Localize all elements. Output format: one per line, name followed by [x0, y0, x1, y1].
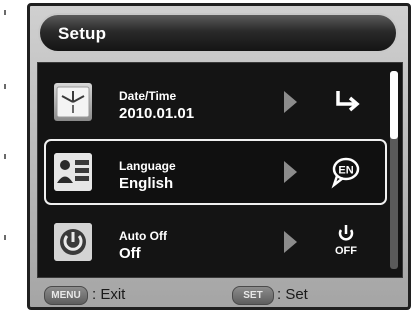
- language-badge-text: EN: [338, 165, 353, 177]
- menu-item-value: 2010.01.01: [119, 105, 195, 122]
- footer-hints: MENU : Exit SET : Set: [30, 283, 408, 307]
- chevron-right-icon: [284, 161, 297, 183]
- scrollbar-thumb[interactable]: [390, 71, 398, 139]
- set-key-action: : Set: [277, 286, 308, 303]
- menu-key-badge: MENU: [44, 286, 88, 305]
- enter-arrow-icon: [328, 84, 364, 120]
- menu-item-label: Date/Time: [119, 89, 177, 103]
- scrollbar[interactable]: [390, 71, 398, 269]
- menu-item-label: Language: [119, 159, 176, 173]
- power-icon: [54, 223, 92, 261]
- page-title: Setup: [58, 24, 107, 43]
- page-mark: [4, 154, 6, 159]
- en-speech-bubble-icon: EN: [328, 154, 364, 190]
- clock-icon: [54, 83, 92, 121]
- menu-item-date-time[interactable]: Date/Time 2010.01.01: [44, 69, 387, 135]
- language-icon: [54, 153, 92, 191]
- chevron-right-icon: [284, 231, 297, 253]
- title-bar: Setup: [38, 13, 398, 53]
- menu-item-language[interactable]: Language English EN: [44, 139, 387, 205]
- page-mark: [4, 84, 6, 89]
- page-mark: [4, 235, 6, 240]
- power-off-text: OFF: [335, 245, 357, 257]
- menu-item-label: Auto Off: [119, 229, 167, 243]
- set-key-badge: SET: [232, 286, 274, 305]
- camera-screen: Setup Date/Time 2010.01.01 Language Engl…: [27, 3, 411, 310]
- chevron-right-icon: [284, 91, 297, 113]
- menu-item-auto-off[interactable]: Auto Off Off OFF: [44, 209, 387, 275]
- menu-item-value: Off: [119, 245, 141, 262]
- menu-key-action: : Exit: [92, 286, 126, 303]
- menu-item-value: English: [119, 175, 174, 192]
- page-mark: [4, 10, 6, 15]
- power-off-icon: OFF: [328, 223, 364, 259]
- setup-menu: Date/Time 2010.01.01 Language English EN…: [37, 62, 403, 278]
